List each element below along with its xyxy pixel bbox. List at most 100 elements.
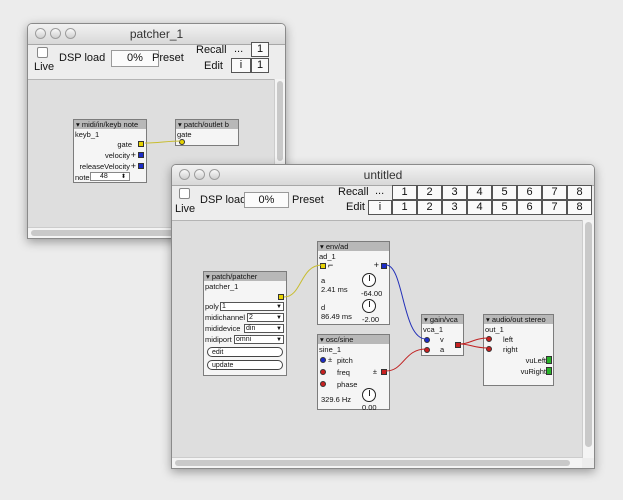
object-gain-vca[interactable]: ▾ gain/vca vca_1 v a bbox=[421, 314, 464, 356]
vu-right-label: vuRight bbox=[520, 367, 546, 376]
minimize-icon[interactable] bbox=[194, 169, 205, 180]
outlet-velocity[interactable] bbox=[138, 152, 144, 158]
close-icon[interactable] bbox=[179, 169, 190, 180]
recall-preset-6[interactable]: 6 bbox=[517, 185, 542, 200]
recall-more-button[interactable]: ... bbox=[234, 43, 243, 55]
note-spinner[interactable]: 48 ⬍ bbox=[90, 172, 130, 181]
edit-info-button[interactable]: i bbox=[368, 200, 392, 215]
midichannel-select[interactable]: 2 bbox=[247, 313, 284, 322]
live-checkbox[interactable] bbox=[37, 47, 48, 58]
edit-preset-2[interactable]: 2 bbox=[417, 200, 442, 215]
plus-minus-icon: ± bbox=[372, 367, 377, 376]
object-patch-outlet[interactable]: ▾ patch/outlet b gate bbox=[175, 119, 239, 146]
recall-preset-8[interactable]: 8 bbox=[567, 185, 592, 200]
object-header[interactable]: ▾ gain/vca bbox=[422, 315, 463, 324]
object-header[interactable]: ▾ env/ad bbox=[318, 242, 389, 251]
recall-preset-4[interactable]: 4 bbox=[467, 185, 492, 200]
trigger-icon: ⌐ bbox=[328, 260, 334, 270]
object-midi-keyb-note[interactable]: ▾ midi/in/keyb note keyb_1 gate velocity… bbox=[73, 119, 147, 183]
wire-osc-to-vca-a bbox=[385, 348, 427, 372]
mididevice-label: mididevice bbox=[205, 324, 241, 333]
decay-knob[interactable] bbox=[362, 299, 376, 313]
decay-label: d bbox=[321, 303, 326, 312]
edit-preset-8[interactable]: 8 bbox=[567, 200, 592, 215]
recall-preset-1[interactable]: 1 bbox=[251, 42, 269, 57]
plus-minus-icon: ± bbox=[328, 355, 333, 364]
recall-preset-3[interactable]: 3 bbox=[442, 185, 467, 200]
inlet-left[interactable] bbox=[486, 336, 492, 342]
live-label: Live bbox=[34, 61, 55, 73]
recall-preset-2[interactable]: 2 bbox=[417, 185, 442, 200]
outlet-audio[interactable] bbox=[455, 342, 461, 348]
zoom-icon[interactable] bbox=[209, 169, 220, 180]
object-env-ad[interactable]: ▾ env/ad ad_1 ⌐ + a 2.41 ms -64.00 d 86.… bbox=[317, 241, 390, 325]
edit-preset-4[interactable]: 4 bbox=[467, 200, 492, 215]
horizontal-scrollbar[interactable] bbox=[172, 457, 582, 468]
inlet-freq[interactable] bbox=[320, 369, 326, 375]
object-audio-out-stereo[interactable]: ▾ audio/out stereo out_1 left right vuLe… bbox=[483, 314, 554, 386]
inlet-pitch[interactable] bbox=[320, 357, 326, 363]
midiport-label: midiport bbox=[205, 335, 232, 344]
close-icon[interactable] bbox=[35, 28, 46, 39]
edit-preset-1[interactable]: 1 bbox=[251, 58, 269, 73]
edit-preset-1[interactable]: 1 bbox=[392, 200, 417, 215]
minimize-icon[interactable] bbox=[50, 28, 61, 39]
inlet-phase[interactable] bbox=[320, 381, 326, 387]
attack-knob[interactable] bbox=[362, 273, 376, 287]
pitch-knob[interactable] bbox=[362, 388, 376, 402]
outlet-env[interactable] bbox=[381, 263, 387, 269]
outlet-gate[interactable] bbox=[278, 294, 284, 300]
scrollbar-thumb[interactable] bbox=[585, 222, 592, 447]
object-header[interactable]: ▾ osc/sine bbox=[318, 335, 389, 344]
edit-label: Edit bbox=[346, 201, 365, 213]
edit-preset-7[interactable]: 7 bbox=[542, 200, 567, 215]
edit-preset-6[interactable]: 6 bbox=[517, 200, 542, 215]
inlet-freq-label: freq bbox=[337, 368, 350, 377]
edit-preset-3[interactable]: 3 bbox=[442, 200, 467, 215]
object-instance-name: patcher_1 bbox=[205, 282, 239, 291]
scrollbar-thumb[interactable] bbox=[277, 81, 283, 161]
outlet-gate[interactable] bbox=[138, 141, 144, 147]
vertical-scrollbar[interactable] bbox=[582, 220, 594, 458]
mididevice-select[interactable]: din bbox=[244, 324, 284, 333]
note-label: note bbox=[75, 173, 90, 182]
title-bar[interactable]: untitled bbox=[172, 165, 594, 186]
recall-preset-5[interactable]: 5 bbox=[492, 185, 517, 200]
live-checkbox[interactable] bbox=[179, 188, 190, 199]
outlet-release-velocity[interactable] bbox=[138, 163, 144, 169]
patch-canvas[interactable]: ▾ patch/patcher patcher_1 poly 1 midicha… bbox=[172, 220, 582, 459]
object-header[interactable]: ▾ patch/outlet b bbox=[176, 120, 238, 129]
edit-preset-5[interactable]: 5 bbox=[492, 200, 517, 215]
inlet-v-label: v bbox=[440, 335, 444, 344]
attack-value: 2.41 ms bbox=[321, 285, 348, 294]
edit-label: Edit bbox=[204, 60, 223, 72]
inlet-right[interactable] bbox=[486, 346, 492, 352]
stepper-icon[interactable]: ⬍ bbox=[121, 173, 126, 181]
plus-icon: + bbox=[130, 161, 136, 171]
object-instance-name: out_1 bbox=[485, 325, 504, 334]
outlet-gate-label: gate bbox=[117, 140, 132, 149]
update-button[interactable]: update bbox=[207, 360, 283, 370]
object-header[interactable]: ▾ midi/in/keyb note bbox=[74, 120, 146, 129]
inlet-a[interactable] bbox=[424, 347, 430, 353]
object-header[interactable]: ▾ audio/out stereo bbox=[484, 315, 553, 324]
edit-info-button[interactable]: i bbox=[231, 58, 251, 73]
recall-preset-1[interactable]: 1 bbox=[392, 185, 417, 200]
poly-select[interactable]: 1 bbox=[220, 302, 284, 311]
object-osc-sine[interactable]: ▾ osc/sine sine_1 ± pitch freq phase ± 3… bbox=[317, 334, 390, 412]
recall-label: Recall bbox=[196, 44, 227, 56]
inlet-v[interactable] bbox=[424, 337, 430, 343]
midiport-select[interactable]: omni bbox=[234, 335, 284, 344]
title-bar[interactable]: patcher_1 bbox=[28, 24, 285, 45]
recall-preset-7[interactable]: 7 bbox=[542, 185, 567, 200]
inlet-trigger[interactable] bbox=[320, 263, 326, 269]
edit-button[interactable]: edit bbox=[207, 347, 283, 357]
object-header[interactable]: ▾ patch/patcher bbox=[204, 272, 286, 281]
outlet-wave[interactable] bbox=[381, 369, 387, 375]
recall-more-button[interactable]: ... bbox=[375, 185, 384, 197]
object-patch-patcher[interactable]: ▾ patch/patcher patcher_1 poly 1 midicha… bbox=[203, 271, 287, 376]
scrollbar-thumb[interactable] bbox=[175, 460, 570, 466]
object-instance-name: keyb_1 bbox=[75, 130, 100, 139]
zoom-icon[interactable] bbox=[65, 28, 76, 39]
inlet-gate[interactable] bbox=[179, 139, 185, 145]
